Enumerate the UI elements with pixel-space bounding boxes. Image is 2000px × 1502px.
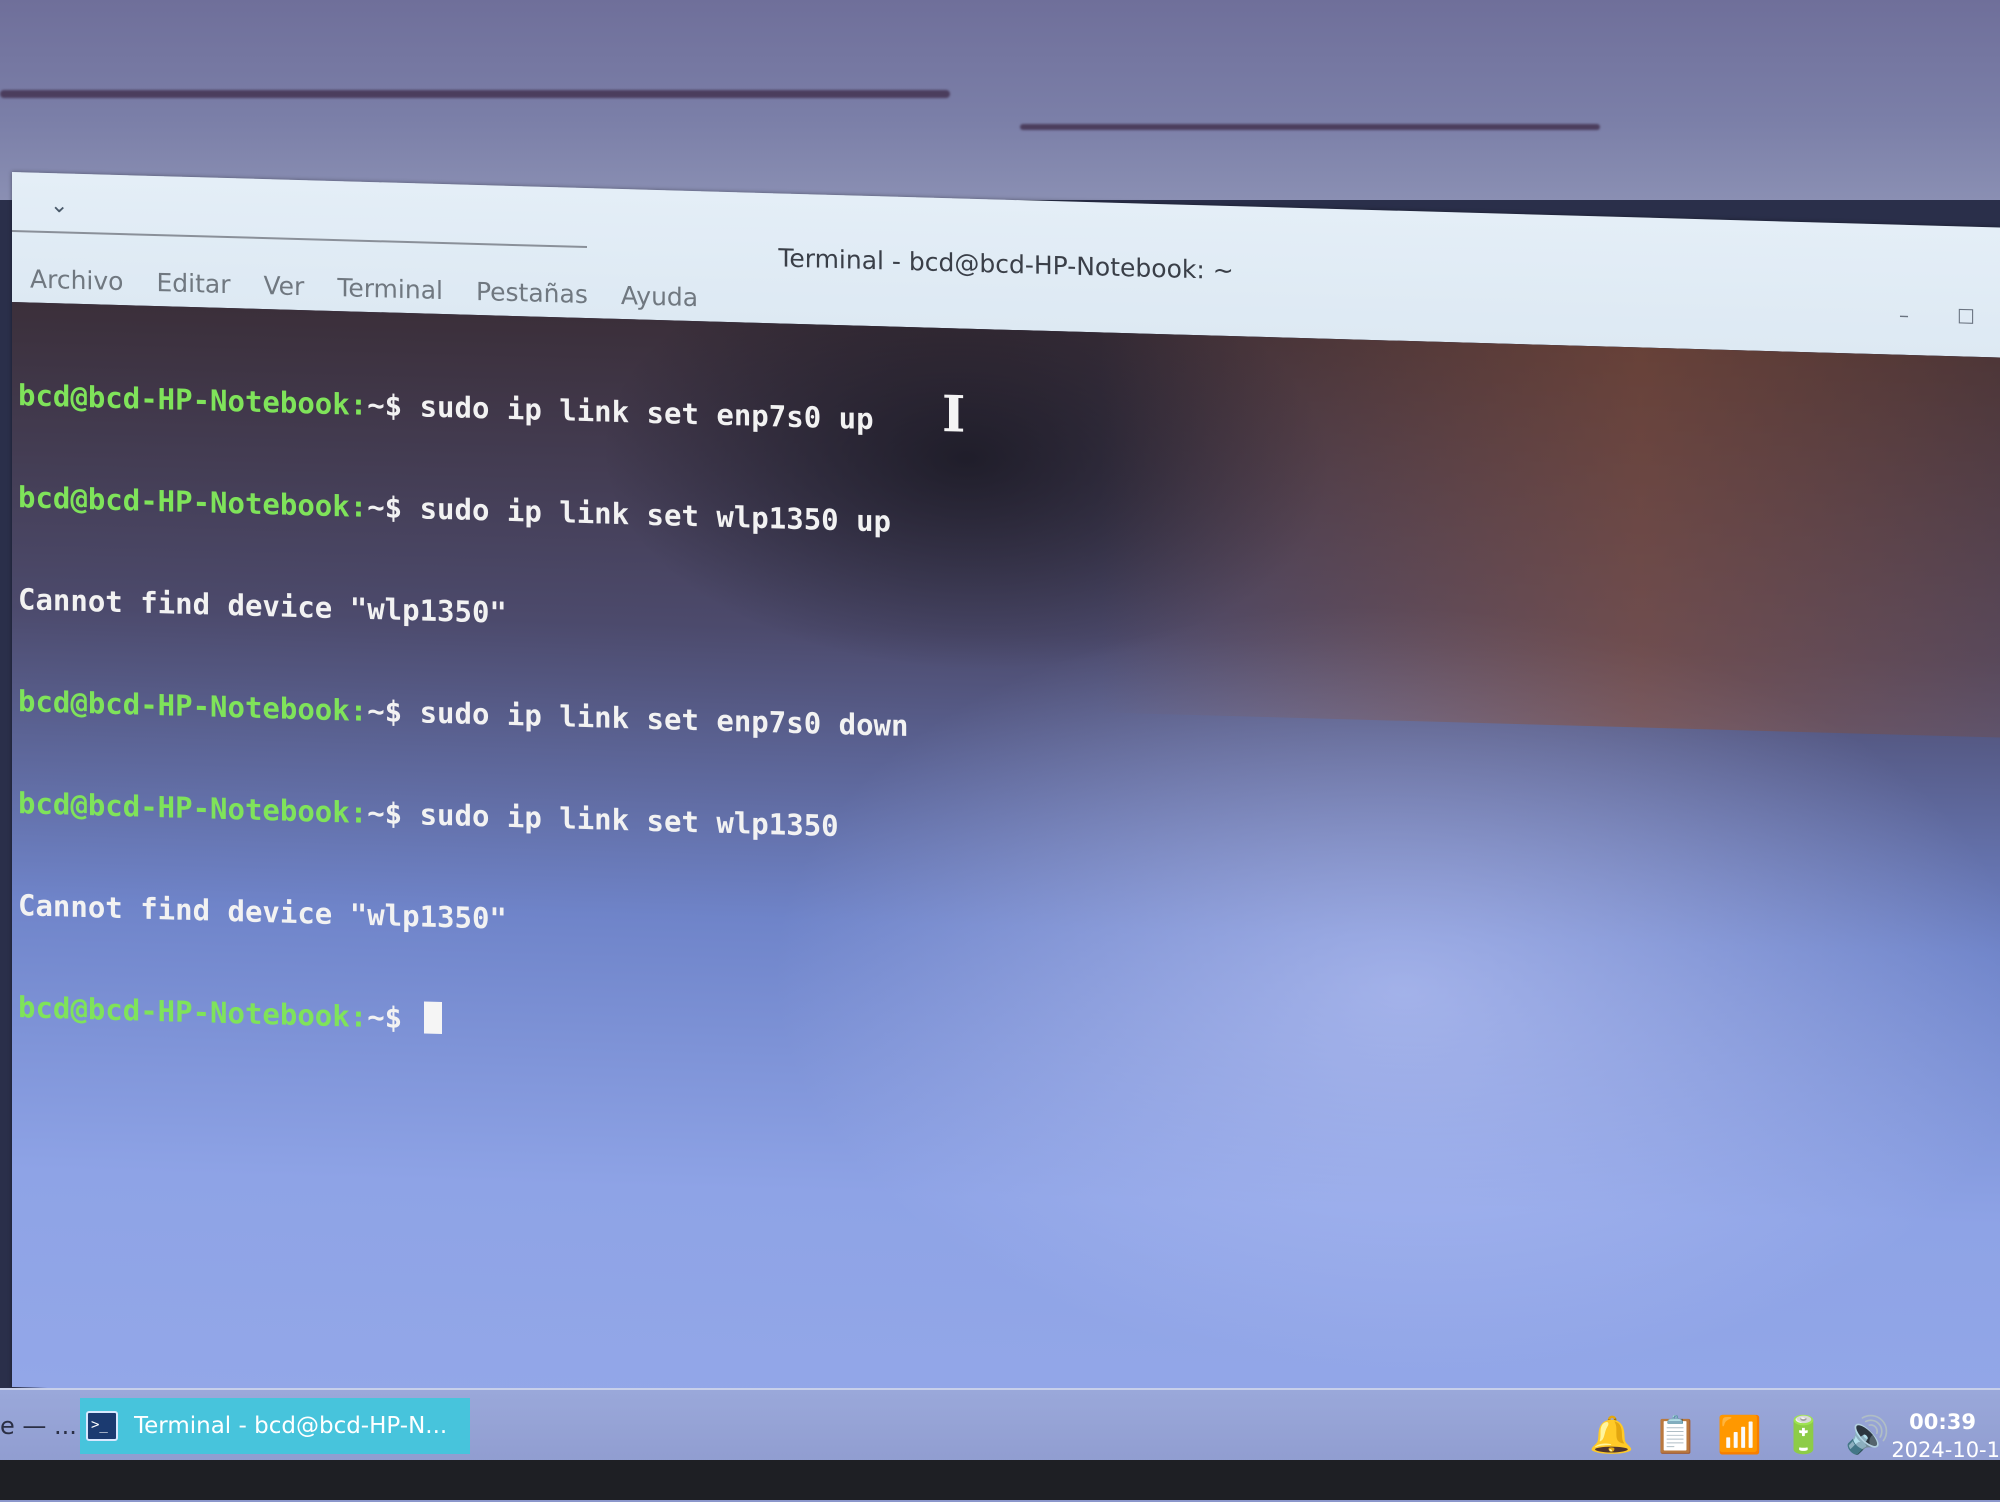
- screen-bezel: [0, 1460, 2000, 1500]
- menu-ayuda[interactable]: Ayuda: [621, 281, 698, 312]
- panel-clock[interactable]: 00:39 2024-10-1: [1888, 1408, 2000, 1464]
- terminal-line: Cannot find device "wlp1350": [18, 582, 908, 641]
- terminal-output-area[interactable]: bcd@bcd-HP-Notebook:~$ sudo ip link set …: [12, 302, 2000, 1443]
- terminal-line: Cannot find device "wlp1350": [18, 888, 908, 947]
- terminal-line-current: bcd@bcd-HP-Notebook:~$: [18, 990, 908, 1049]
- menu-terminal[interactable]: Terminal: [337, 273, 443, 305]
- error-text: Cannot find device "wlp1350": [18, 888, 507, 936]
- screen-background-top: [0, 0, 2000, 200]
- menu-archivo[interactable]: Archivo: [30, 265, 123, 297]
- menu-pestanas[interactable]: Pestañas: [476, 277, 588, 309]
- volume-icon[interactable]: 🔊: [1845, 1416, 1890, 1456]
- terminal-line: bcd@bcd-HP-Notebook:~$ sudo ip link set …: [18, 480, 908, 539]
- maximize-button[interactable]: ☐: [1956, 304, 1976, 329]
- window-menu-chevron-icon[interactable]: ⌄: [50, 193, 76, 220]
- menu-ver[interactable]: Ver: [263, 271, 304, 301]
- clock-time: 00:39: [1909, 1410, 1976, 1434]
- prompt: bcd@bcd-HP-Notebook:: [18, 786, 368, 830]
- command-text: ~$ sudo ip link set wlp1350 up: [367, 489, 891, 539]
- terminal-line: bcd@bcd-HP-Notebook:~$ sudo ip link set …: [18, 378, 908, 437]
- terminal-line: bcd@bcd-HP-Notebook:~$ sudo ip link set …: [18, 684, 908, 743]
- notification-bell-icon[interactable]: 🔔: [1589, 1416, 1634, 1456]
- panel-workspace-label[interactable]: e — ...: [0, 1412, 77, 1440]
- screen-glare-streak: [0, 90, 950, 98]
- wifi-icon[interactable]: 📶: [1717, 1416, 1762, 1456]
- text-cursor: [423, 1001, 442, 1034]
- prompt: bcd@bcd-HP-Notebook:: [18, 684, 368, 728]
- prompt: bcd@bcd-HP-Notebook:: [18, 480, 368, 524]
- terminal-line: bcd@bcd-HP-Notebook:~$ sudo ip link set …: [18, 786, 908, 845]
- prompt: bcd@bcd-HP-Notebook:: [18, 990, 368, 1034]
- system-tray: 🔔 📋 📶 🔋 🔊: [1589, 1416, 1890, 1456]
- taskbar-terminal-button[interactable]: >_ Terminal - bcd@bcd-HP-N...: [80, 1398, 470, 1454]
- prompt-suffix: ~$: [367, 999, 420, 1036]
- terminal-window: ⌄ Terminal - bcd@bcd-HP-Notebook: ~ – ☐ …: [12, 172, 2000, 1443]
- prompt: bcd@bcd-HP-Notebook:: [18, 378, 368, 422]
- screen-glare-streak: [1020, 124, 1600, 130]
- mouse-ibeam-cursor-icon: I: [942, 383, 966, 444]
- background-reflection: [1100, 332, 2000, 738]
- clipboard-icon[interactable]: 📋: [1653, 1416, 1698, 1456]
- minimize-button[interactable]: –: [1894, 303, 1914, 327]
- command-text: ~$ sudo ip link set wlp1350: [367, 795, 839, 844]
- command-text: ~$ sudo ip link set enp7s0 up: [367, 387, 874, 437]
- battery-icon[interactable]: 🔋: [1781, 1416, 1826, 1456]
- menu-editar[interactable]: Editar: [156, 268, 230, 299]
- terminal-app-icon: >_: [86, 1411, 118, 1441]
- terminal-lines: bcd@bcd-HP-Notebook:~$ sudo ip link set …: [18, 310, 908, 1117]
- command-text: ~$ sudo ip link set enp7s0 down: [367, 693, 909, 744]
- taskbar-terminal-label: Terminal - bcd@bcd-HP-N...: [134, 1413, 448, 1439]
- error-text: Cannot find device "wlp1350": [18, 582, 507, 630]
